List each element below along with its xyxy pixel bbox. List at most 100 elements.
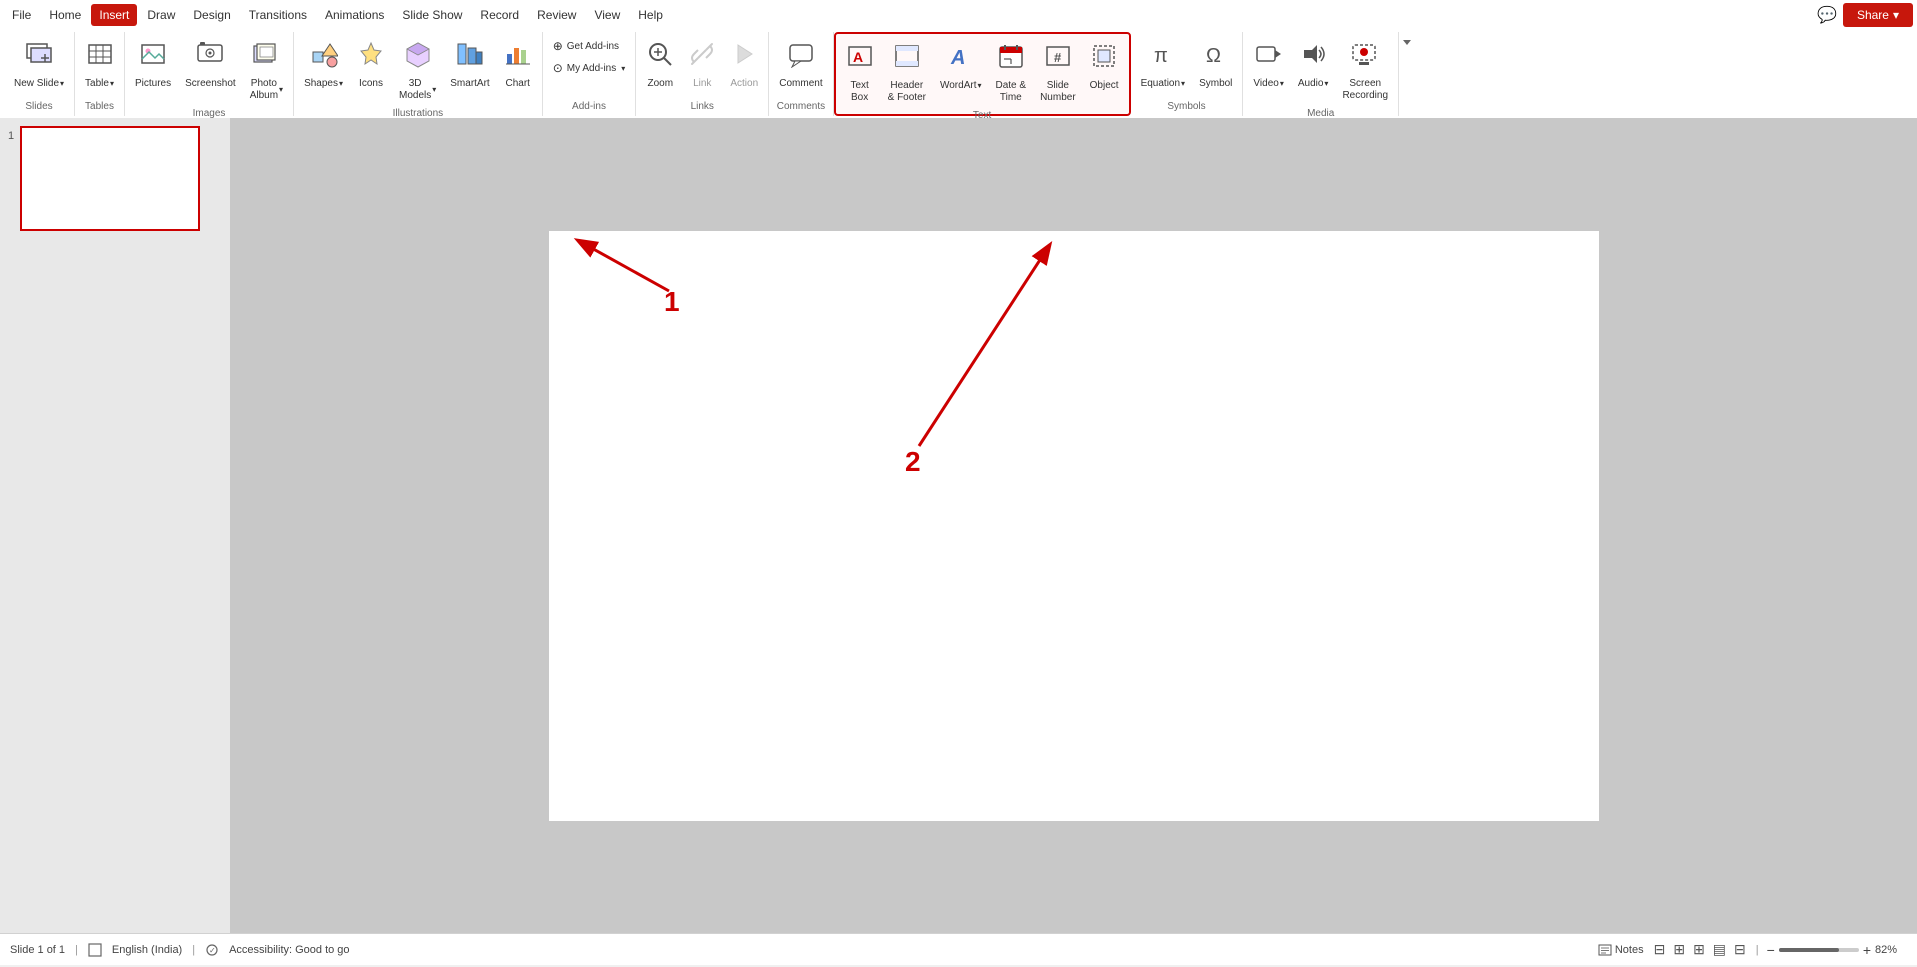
annotation-label-1: 1: [664, 286, 680, 317]
notes-button[interactable]: Notes: [1598, 943, 1644, 957]
menu-view[interactable]: View: [586, 4, 628, 26]
status-bar: Slide 1 of 1 | English (India) | ✓ Acces…: [0, 933, 1917, 965]
text-box-button[interactable]: A TextBox: [840, 38, 880, 108]
3d-models-button[interactable]: 3DModels ▾: [393, 36, 442, 106]
date-time-icon: [997, 42, 1025, 78]
get-addins-icon: ⊕: [553, 39, 563, 53]
notes-icon: [1598, 943, 1612, 957]
comment-button[interactable]: Comment: [773, 36, 828, 94]
chart-button[interactable]: Chart: [498, 36, 538, 94]
accessibility-label: Accessibility: Good to go: [229, 944, 349, 956]
zoom-slider[interactable]: [1779, 948, 1859, 952]
shapes-button[interactable]: Shapes ▾: [298, 36, 349, 94]
menu-insert[interactable]: Insert: [91, 4, 137, 26]
zoom-in-icon[interactable]: +: [1863, 942, 1871, 958]
icons-button[interactable]: Icons: [351, 36, 391, 94]
date-time-button[interactable]: Date &Time: [990, 38, 1033, 108]
menu-slideshow[interactable]: Slide Show: [394, 4, 470, 26]
my-addins-button[interactable]: ⊙ My Add-ins ▾: [547, 58, 632, 78]
ribbon-group-comments: Comment Comments: [769, 32, 833, 116]
ribbon-group-text: A TextBox Header& Footer: [834, 32, 1131, 116]
canvas-area: 1 2: [230, 118, 1917, 933]
zoom-percent[interactable]: 82%: [1875, 944, 1907, 956]
screenshot-icon: [196, 40, 224, 76]
slide-thumbnail[interactable]: [20, 126, 200, 231]
slide-canvas[interactable]: 1 2: [549, 231, 1599, 821]
slide-sorter-icon[interactable]: ⊞: [1691, 939, 1707, 960]
menu-file[interactable]: File: [4, 4, 39, 26]
header-footer-icon: [893, 42, 921, 78]
menu-draw[interactable]: Draw: [139, 4, 183, 26]
wordart-icon: A: [947, 42, 975, 78]
menu-record[interactable]: Record: [472, 4, 527, 26]
get-addins-button[interactable]: ⊕ Get Add-ins: [547, 36, 632, 56]
screen-recording-button[interactable]: ScreenRecording: [1336, 36, 1394, 106]
zoom-icon: [646, 40, 674, 76]
link-button[interactable]: Link: [682, 36, 722, 94]
object-button[interactable]: Object: [1084, 38, 1125, 96]
svg-text:✓: ✓: [209, 946, 216, 955]
share-button[interactable]: Share ▾: [1843, 3, 1913, 27]
ribbon-group-tables: Table ▾ Tables: [75, 32, 125, 116]
video-button[interactable]: Video ▾: [1247, 36, 1289, 94]
equation-button[interactable]: π Equation ▾: [1135, 36, 1192, 94]
annotation-label-2: 2: [905, 446, 921, 477]
screenshot-button[interactable]: Screenshot: [179, 36, 242, 94]
notes-label: Notes: [1615, 944, 1644, 956]
audio-icon: [1299, 40, 1327, 76]
ribbon-group-symbols: π Equation ▾ Ω Symbol Symbols: [1131, 32, 1244, 116]
slide-number-label: 1: [8, 126, 14, 142]
icons-icon: [357, 40, 385, 76]
addins-group-label: Add-ins: [547, 99, 632, 114]
slide-panel: 1: [0, 118, 230, 933]
presenter-view-icon[interactable]: ⊟: [1732, 939, 1748, 960]
wordart-button[interactable]: A WordArt ▾: [934, 38, 988, 96]
audio-button[interactable]: Audio ▾: [1292, 36, 1335, 94]
ribbon-group-images: Pictures Screenshot: [125, 32, 294, 116]
table-icon: [86, 40, 114, 76]
link-icon: [688, 40, 716, 76]
action-button[interactable]: Action: [724, 36, 764, 94]
menu-review[interactable]: Review: [529, 4, 584, 26]
outline-view-icon[interactable]: ⊞: [1671, 939, 1687, 960]
ribbon-expand-arrow[interactable]: [1399, 32, 1415, 116]
zoom-button[interactable]: Zoom: [640, 36, 680, 94]
reading-view-icon[interactable]: ▤: [1711, 939, 1728, 960]
menu-bar: File Home Insert Draw Design Transitions…: [0, 0, 1917, 30]
symbol-button[interactable]: Ω Symbol: [1193, 36, 1238, 94]
zoom-slider-fill: [1779, 948, 1839, 952]
menu-home[interactable]: Home: [41, 4, 89, 26]
new-slide-button[interactable]: New Slide ▾: [8, 36, 70, 94]
chat-icon[interactable]: 💬: [1817, 5, 1837, 25]
ribbon-group-illustrations: Shapes ▾ Icons: [294, 32, 543, 116]
svg-text:#: #: [1054, 50, 1062, 65]
smartart-button[interactable]: SmartArt: [444, 36, 495, 94]
accessibility-icon: ✓: [205, 943, 219, 957]
view-icons: ⊟ ⊞ ⊞ ▤ ⊟: [1652, 939, 1748, 960]
photo-album-button[interactable]: PhotoAlbum ▾: [244, 36, 289, 106]
object-icon: [1090, 42, 1118, 78]
header-footer-button[interactable]: Header& Footer: [882, 38, 932, 108]
action-icon: [730, 40, 758, 76]
menu-animations[interactable]: Animations: [317, 4, 392, 26]
svg-text:Ω: Ω: [1206, 45, 1221, 67]
menu-design[interactable]: Design: [185, 4, 238, 26]
video-icon: [1255, 40, 1283, 76]
comment-icon: [787, 40, 815, 76]
status-icon: [88, 943, 102, 957]
tables-group-label: Tables: [79, 99, 120, 114]
ribbon-group-slides: New Slide ▾ Slides: [4, 32, 75, 116]
menu-transitions[interactable]: Transitions: [241, 4, 315, 26]
shapes-icon: [310, 40, 338, 76]
new-slide-icon: [25, 40, 53, 76]
menu-help[interactable]: Help: [630, 4, 671, 26]
table-button[interactable]: Table ▾: [79, 36, 120, 94]
svg-text:A: A: [950, 47, 965, 69]
pictures-button[interactable]: Pictures: [129, 36, 177, 94]
annotation-svg: 1 2: [549, 231, 1599, 821]
normal-view-icon[interactable]: ⊟: [1652, 939, 1668, 960]
photo-album-icon: [252, 40, 280, 76]
slide-number-button[interactable]: # SlideNumber: [1034, 38, 1082, 108]
zoom-out-icon[interactable]: −: [1767, 942, 1775, 958]
slides-group-label: Slides: [8, 99, 70, 114]
